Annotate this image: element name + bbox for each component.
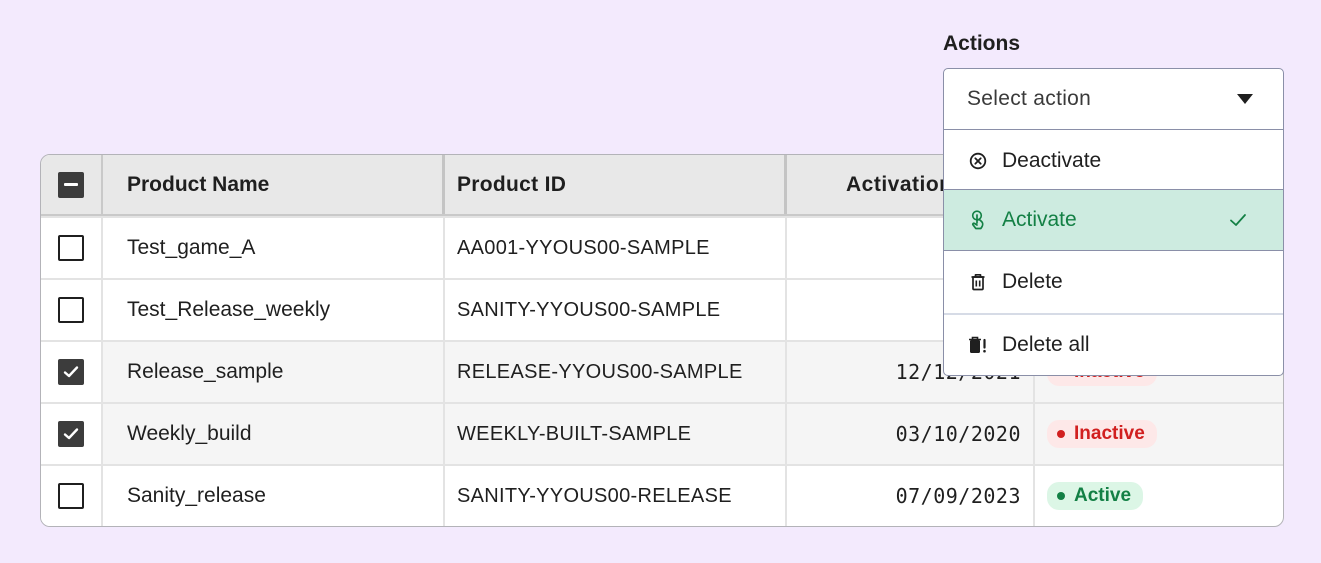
actions-label: Actions <box>943 32 1021 55</box>
row-checkbox[interactable] <box>58 483 84 509</box>
product-id-cell: RELEASE-YYOUS00-SAMPLE <box>445 342 787 402</box>
column-header-product-id[interactable]: Product ID <box>445 155 787 214</box>
table-row[interactable]: Sanity_release SANITY-YYOUS00-RELEASE 07… <box>41 464 1283 526</box>
tap-icon <box>968 210 988 230</box>
menu-item-deactivate[interactable]: Deactivate <box>944 130 1283 192</box>
product-name-cell: Test_Release_weekly <box>103 280 445 340</box>
check-icon <box>1229 210 1247 234</box>
product-id-cell: SANITY-YYOUS00-SAMPLE <box>445 280 787 340</box>
action-menu: Deactivate Activate Delete Delete all <box>943 130 1284 376</box>
row-checkbox[interactable] <box>58 421 84 447</box>
menu-item-delete-all[interactable]: Delete all <box>944 314 1283 375</box>
row-checkbox[interactable] <box>58 235 84 261</box>
product-name-cell: Sanity_release <box>103 466 445 526</box>
status-badge: Inactive <box>1047 420 1157 448</box>
menu-item-label: Activate <box>1002 208 1077 231</box>
product-name-cell: Weekly_build <box>103 404 445 464</box>
product-id-cell: SANITY-YYOUS00-RELEASE <box>445 466 787 526</box>
menu-item-label: Deactivate <box>1002 149 1102 172</box>
product-name-cell: Release_sample <box>103 342 445 402</box>
product-name-cell: Test_game_A <box>103 218 445 278</box>
checkmark-icon <box>63 366 79 378</box>
select-all-cell <box>41 155 103 214</box>
trash-alert-icon <box>968 335 988 355</box>
menu-item-label: Delete all <box>1002 333 1090 356</box>
row-checkbox[interactable] <box>58 359 84 385</box>
x-circle-icon <box>968 151 988 171</box>
status-badge: Active <box>1047 482 1144 510</box>
product-id-cell: WEEKLY-BUILT-SAMPLE <box>445 404 787 464</box>
menu-item-delete[interactable]: Delete <box>944 251 1283 313</box>
select-all-checkbox[interactable] <box>58 171 84 198</box>
caret-down-icon <box>1237 94 1253 104</box>
table-row[interactable]: Weekly_build WEEKLY-BUILT-SAMPLE 03/10/2… <box>41 402 1283 464</box>
activation-date-cell: 03/10/2020 <box>787 404 1035 464</box>
menu-item-label: Delete <box>1002 270 1063 293</box>
status-cell: Inactive <box>1035 404 1283 464</box>
checkmark-icon <box>63 428 79 440</box>
row-checkbox[interactable] <box>58 297 84 323</box>
action-select[interactable]: Select action <box>943 68 1284 130</box>
product-id-cell: AA001-YYOUS00-SAMPLE <box>445 218 787 278</box>
menu-item-activate[interactable]: Activate <box>944 189 1283 251</box>
column-header-product-name[interactable]: Product Name <box>103 155 445 214</box>
action-select-value: Select action <box>967 87 1092 110</box>
status-cell: Active <box>1035 466 1283 526</box>
trash-icon <box>968 272 988 292</box>
activation-date-cell: 07/09/2023 <box>787 466 1035 526</box>
